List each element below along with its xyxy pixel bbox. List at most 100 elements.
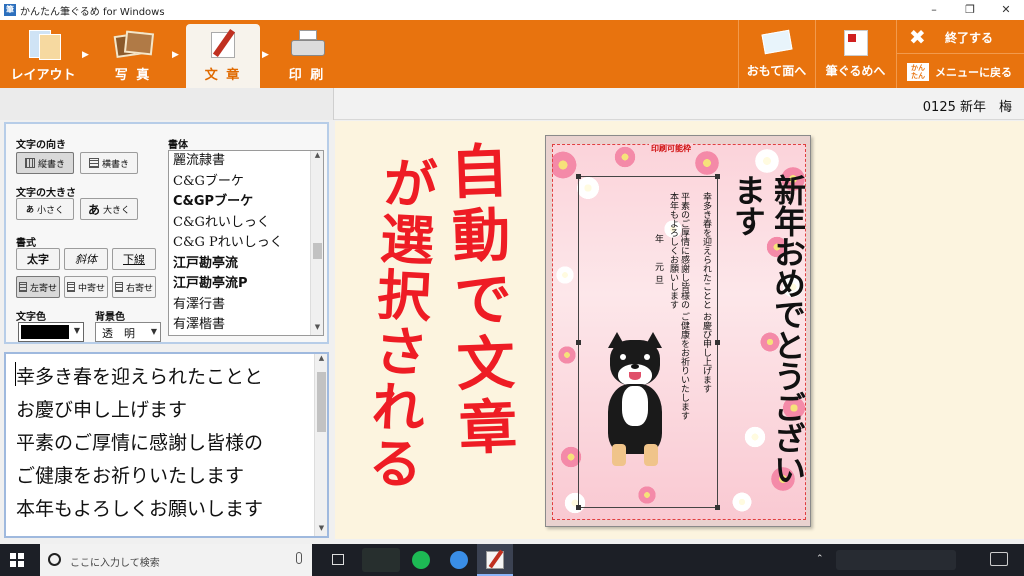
chevron-down-icon: ▼ (73, 326, 80, 335)
notification-icon[interactable] (990, 552, 1008, 566)
resize-handle[interactable] (576, 174, 581, 179)
tray-icons-area[interactable] (836, 550, 956, 570)
text-tab[interactable]: 文 章 (186, 24, 260, 88)
font-item[interactable]: 有澤行書 (169, 295, 323, 316)
scroll-up-icon[interactable]: ▲ (315, 354, 328, 366)
resize-handle[interactable] (576, 505, 581, 510)
text-color-picker[interactable]: ▼ (18, 322, 84, 342)
windows-taskbar: ここに入力して検索 ⌃ (0, 544, 1024, 576)
main-toolbar: レイアウト ▶ 写 真 ▶ 文 章 ▶ 印 刷 おもて面へ 筆ぐるめへ ✖ 終了… (0, 20, 1024, 88)
text-color-swatch (21, 325, 69, 339)
horizontal-writing-button[interactable]: 横書き (80, 152, 138, 174)
annotation-col-1: 自動で文章 (439, 139, 519, 463)
scroll-thumb[interactable] (313, 243, 322, 259)
browser-icon[interactable] (440, 548, 478, 572)
photo-icon (113, 28, 155, 62)
omote-button[interactable]: おもて面へ (738, 20, 814, 88)
preview-canvas: 新年おめでとうございます 幸多き春を迎えられたことと お慶び申し上げます 平素の… (335, 121, 1024, 539)
scroll-down-icon[interactable]: ▼ (311, 323, 323, 335)
postcard-icon (759, 28, 795, 58)
minimize-button[interactable]: – (916, 0, 952, 20)
template-name: 0125 新年 梅 (922, 100, 1012, 115)
font-item[interactable]: C&Gれいしっく (169, 213, 323, 234)
resize-handle[interactable] (715, 340, 720, 345)
new-year-card[interactable]: 新年おめでとうございます 幸多き春を迎えられたことと お慶び申し上げます 平素の… (545, 135, 811, 527)
title-bar: 筆 かんたん筆ぐるめ for Windows – ❐ ✕ (0, 0, 1024, 20)
print-area-label: 印刷可能枠 (649, 143, 693, 154)
editor-line: ご健康をお祈りいたします (16, 465, 245, 487)
close-x-icon: ✖ (909, 25, 926, 49)
scroll-up-icon[interactable]: ▲ (311, 151, 323, 163)
italic-button[interactable]: 斜体 (64, 248, 108, 270)
step-arrow-icon: ▶ (262, 50, 269, 60)
resize-handle[interactable] (715, 174, 720, 179)
larger-text-button[interactable]: あ大きく (80, 198, 138, 220)
step-arrow-icon: ▶ (82, 50, 89, 60)
align-center-button[interactable]: 中寄せ (64, 276, 108, 298)
cortana-icon (48, 553, 61, 566)
spotify-icon[interactable] (402, 548, 440, 572)
text-editor[interactable]: 幸多き春を迎えられたことと お慶び申し上げます 平素のご厚情に感謝し皆様の ご健… (4, 352, 329, 538)
chevron-down-icon: ▼ (150, 327, 157, 336)
text-selection-box[interactable] (576, 174, 720, 510)
horizontal-lines-icon (88, 158, 99, 168)
font-item[interactable]: C&Gブーケ (169, 172, 323, 193)
annotation-col-2: が選択される (357, 153, 439, 493)
font-item[interactable]: 有澤楷書 (169, 315, 323, 335)
taskbar-app-icon[interactable] (362, 548, 400, 572)
taskbar-search-box[interactable]: ここに入力して検索 (40, 544, 312, 576)
editor-line: 幸多き春を迎えられたことと (16, 366, 264, 388)
font-item[interactable]: 江戸勘亭流P (169, 274, 323, 295)
brush-pen-icon (203, 28, 243, 62)
align-left-button[interactable]: 左寄せ (16, 276, 60, 298)
font-item[interactable]: 江戸勘亭流 (169, 254, 323, 275)
info-bar: 0125 新年 梅 (0, 88, 1024, 120)
microphone-icon[interactable] (296, 552, 302, 564)
menu-badge: かんたん (907, 63, 929, 81)
editor-line: お慶び申し上げます (16, 399, 188, 421)
window-title: かんたん筆ぐるめ for Windows (20, 6, 165, 18)
task-view-icon[interactable] (322, 548, 360, 572)
bold-button[interactable]: 太字 (16, 248, 60, 270)
editor-line: 平素のご厚情に感謝し皆様の (16, 432, 264, 454)
format-panel: 文字の向き 縦書き 横書き 文字の大きさ あ小さく あ大きく 書式 太字 斜体 … (4, 122, 329, 344)
address-card-icon (838, 28, 874, 58)
close-window-button[interactable]: ✕ (988, 0, 1024, 20)
bg-color-select[interactable]: 透 明 ▼ (95, 322, 161, 342)
align-center-icon (66, 282, 75, 292)
windows-start-icon[interactable] (10, 553, 24, 567)
exit-button[interactable]: ✖ 終了する (896, 20, 1024, 54)
large-a-icon: あ (87, 202, 100, 217)
align-right-button[interactable]: 右寄せ (112, 276, 156, 298)
tray-chevron-icon[interactable]: ⌃ (816, 554, 824, 564)
font-item[interactable]: 麗流隷書 (169, 151, 323, 172)
underline-button[interactable]: 下線 (112, 248, 156, 270)
layout-icon (23, 28, 63, 62)
vertical-writing-button[interactable]: 縦書き (16, 152, 74, 174)
printer-icon (287, 28, 327, 62)
fudegurume-taskbar-icon[interactable] (477, 544, 513, 576)
print-tab[interactable]: 印 刷 (270, 24, 344, 84)
step-arrow-icon: ▶ (172, 50, 179, 60)
photo-tab[interactable]: 写 真 (96, 24, 170, 84)
editor-line: 本年もよろしくお願いします (16, 498, 264, 520)
font-item[interactable]: C&G Pれいしっく (169, 233, 323, 254)
maximize-button[interactable]: ❐ (952, 0, 988, 20)
menu-button[interactable]: かんたん メニューに戻る (896, 54, 1024, 88)
smaller-text-button[interactable]: あ小さく (16, 198, 74, 220)
scroll-thumb[interactable] (317, 372, 326, 432)
small-a-icon: あ (25, 204, 34, 214)
scroll-down-icon[interactable]: ▼ (315, 524, 328, 536)
align-right-icon (114, 282, 123, 292)
align-left-icon (18, 282, 27, 292)
vertical-lines-icon (24, 158, 35, 168)
resize-handle[interactable] (576, 340, 581, 345)
app-icon: 筆 (4, 4, 16, 16)
fude-button[interactable]: 筆ぐるめへ (815, 20, 895, 88)
font-item[interactable]: C&GPブーケ (169, 192, 323, 213)
font-list[interactable]: 麗流隷書 C&Gブーケ C&GPブーケ C&Gれいしっく C&G Pれいしっく … (168, 150, 324, 336)
resize-handle[interactable] (715, 505, 720, 510)
editor-scrollbar[interactable]: ▲ ▼ (314, 354, 327, 536)
font-list-scrollbar[interactable]: ▲ ▼ (310, 151, 323, 335)
layout-tab[interactable]: レイアウト (6, 24, 80, 84)
